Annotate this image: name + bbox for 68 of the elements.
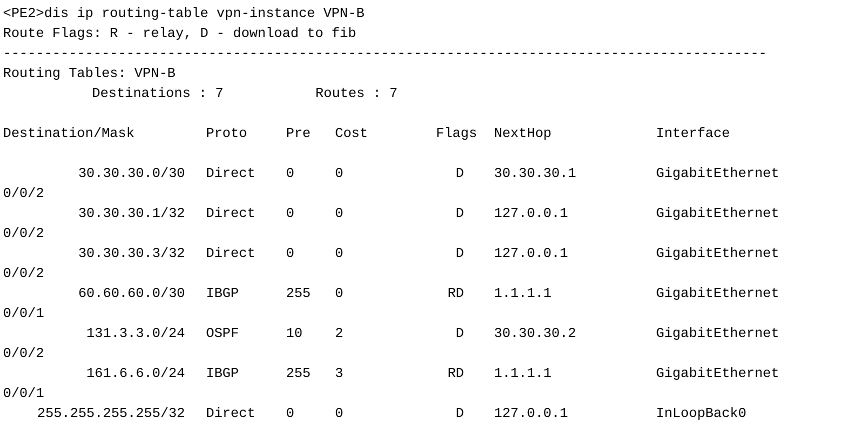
interface-cell-text: 0/0/1 [3,386,44,404]
interface-cell-text: GigabitEthernet [656,286,780,304]
interface-cell-text: 0/0/2 [3,266,44,284]
destination-cell-text: 161.6.6.0/24 [85,366,185,384]
interface-cell-text: 0/0/2 [3,186,44,204]
flags-cell-text: RD [446,286,465,304]
flags-cell-text: D [454,326,465,344]
interface-cell-text: 0/0/2 [3,226,44,244]
separator-line: --------------------------------------------------------------------------------------------- [3,46,767,64]
pre-cell-text: 0 [286,406,296,424]
pre-cell-text: 10 [286,326,304,344]
nexthop-cell-text: 127.0.0.1 [494,406,569,424]
destination-cell-text: 30.30.30.3/32 [77,246,185,264]
interface-cell-text: GigabitEthernet [656,326,780,344]
column-header: Proto [206,126,248,144]
nexthop-cell-text: 1.1.1.1 [494,286,552,304]
interface-cell-text: GigabitEthernet [656,166,780,184]
cost-cell-text: 0 [335,246,344,264]
pre-cell-text: 255 [286,286,312,304]
proto-cell-text: OSPF [206,326,240,344]
interface-cell-text: 0/0/1 [3,306,44,324]
nexthop-cell-text: 1.1.1.1 [494,366,552,384]
pre-cell-text: 255 [286,366,312,384]
column-header: Interface [656,126,731,144]
routes-count: Routes : 7 [315,86,398,104]
pre-cell-text: 0 [286,206,296,224]
cost-cell-text: 0 [335,406,344,424]
nexthop-cell-text: 127.0.0.1 [494,206,569,224]
cost-cell-text: 3 [335,366,344,384]
interface-cell-text: 0/0/2 [3,346,44,364]
flags-cell-text: D [454,166,465,184]
proto-cell-text: IBGP [206,286,240,304]
column-header: Destination/Mask [3,126,136,144]
interface-cell-text: GigabitEthernet [656,206,780,224]
command-line: <PE2>dis ip routing-table vpn-instance VPN-B [3,6,364,24]
cost-cell-text: 0 [335,206,344,224]
column-header: NextHop [494,126,552,144]
nexthop-cell-text: 30.30.30.2 [494,326,578,344]
cost-cell-text: 0 [335,166,344,184]
nexthop-cell-text: 127.0.0.1 [494,246,569,264]
pre-cell-text: 0 [286,246,296,264]
flags-cell-text: D [454,406,465,424]
column-header: Cost [335,126,369,144]
cost-cell-text: 0 [335,286,344,304]
column-header: Pre [286,126,312,144]
cost-cell-text: 2 [335,326,344,344]
destination-cell-text: 30.30.30.1/32 [77,206,185,224]
flags-cell-text: RD [446,366,465,384]
proto-cell-text: IBGP [206,366,240,384]
interface-cell-text: GigabitEthernet [656,246,780,264]
interface-cell-text: GigabitEthernet [656,366,780,384]
destination-cell-text: 131.3.3.0/24 [85,326,185,344]
route-flags-legend: Route Flags: R - relay, D - download to fib [3,25,356,45]
nexthop-cell-text: 30.30.30.1 [494,166,578,184]
destinations-count: Destinations : 7 [92,86,224,104]
flags-cell-text: D [454,246,465,264]
interface-cell-text: InLoopBack0 [656,406,748,424]
destination-cell-text: 60.60.60.0/30 [77,286,185,304]
destination-cell-text: 30.30.30.0/30 [77,166,185,184]
proto-cell-text: Direct [206,166,256,184]
column-header: Flags [436,126,478,144]
proto-cell-text: Direct [206,406,256,424]
table-title: Routing Tables: VPN-B [3,66,176,84]
proto-cell-text: Direct [206,206,256,224]
flags-cell-text: D [454,206,465,224]
destination-cell-text: 255.255.255.255/32 [36,406,185,424]
proto-cell-text: Direct [206,246,256,264]
pre-cell-text: 0 [286,166,296,184]
